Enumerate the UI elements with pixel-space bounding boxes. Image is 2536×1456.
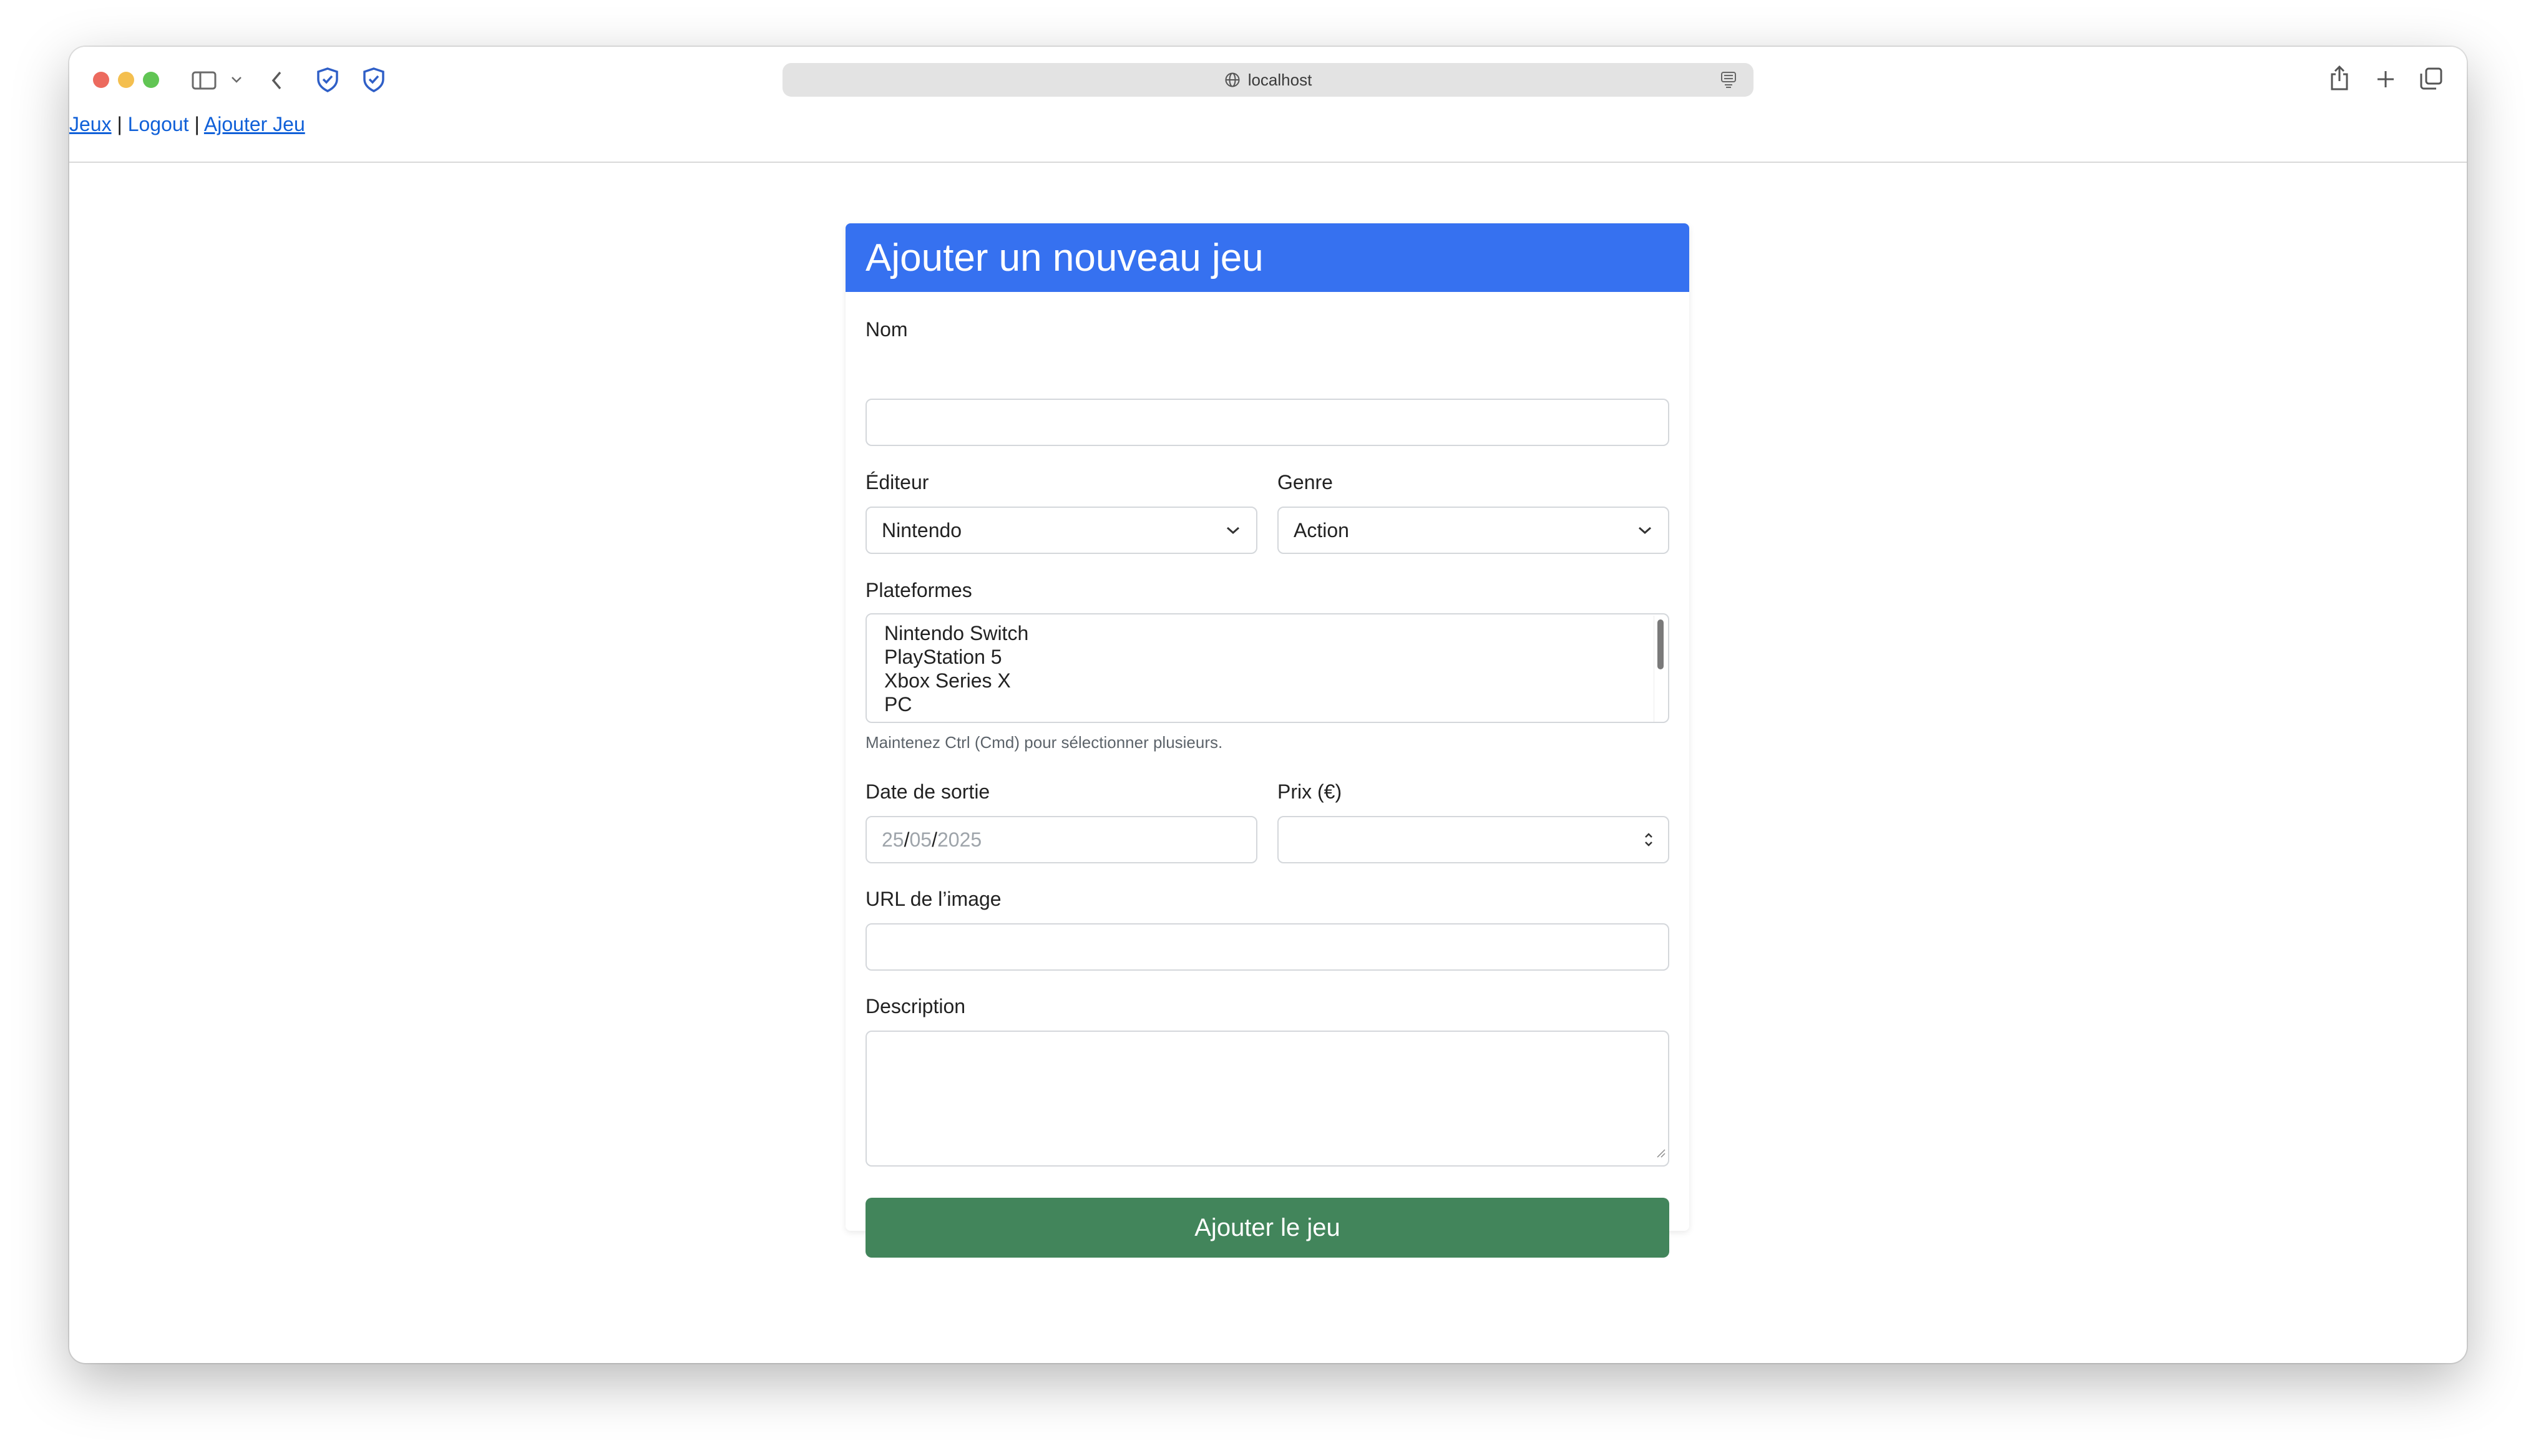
card-header: Ajouter un nouveau jeu <box>846 223 1689 292</box>
nom-input[interactable] <box>866 399 1669 446</box>
scrollbar-thumb[interactable] <box>1657 619 1664 669</box>
description-label: Description <box>866 995 966 1017</box>
new-tab-icon[interactable] <box>2373 67 2398 92</box>
maximize-window-button[interactable] <box>143 72 159 88</box>
browser-window: localhost Jeux | Logout | Ajouter Jeu Aj… <box>69 47 2467 1363</box>
share-icon[interactable] <box>2327 63 2352 93</box>
prix-label: Prix (€) <box>1277 780 1342 803</box>
chevron-down-icon <box>1637 525 1653 535</box>
nav-divider <box>69 162 2467 163</box>
platform-option[interactable]: Xbox Series X <box>867 669 1668 692</box>
date-day[interactable]: 25 <box>882 828 904 852</box>
add-game-card: Ajouter un nouveau jeu Nom Éditeur Ninte… <box>846 223 1689 1258</box>
date-month[interactable]: 05 <box>909 828 932 852</box>
date-separator: / <box>904 828 910 851</box>
minimize-window-button[interactable] <box>118 72 134 88</box>
sidebar-toggle-icon[interactable] <box>190 68 218 93</box>
scrollbar[interactable] <box>1654 616 1667 722</box>
top-nav: Jeux | Logout | Ajouter Jeu <box>69 114 305 134</box>
shield-extension-icon[interactable] <box>314 66 341 94</box>
editeur-select[interactable]: Nintendo <box>866 507 1257 554</box>
shield-extension-icon[interactable] <box>360 66 388 94</box>
date-sortie-input[interactable]: 25/05/2025 <box>866 816 1257 863</box>
close-window-button[interactable] <box>93 72 109 88</box>
nav-separator: | <box>117 113 122 135</box>
globe-icon <box>1224 72 1241 88</box>
chevron-down-icon[interactable] <box>229 72 244 87</box>
page-title: Ajouter un nouveau jeu <box>866 236 1264 279</box>
editeur-selected-value: Nintendo <box>882 518 962 541</box>
prix-input[interactable] <box>1277 816 1669 863</box>
genre-selected-value: Action <box>1294 518 1349 541</box>
platform-option[interactable]: Nintendo Switch <box>867 621 1668 645</box>
reader-mode-icon[interactable] <box>1720 70 1737 92</box>
nom-label: Nom <box>866 318 908 341</box>
date-year[interactable]: 2025 <box>937 828 982 852</box>
plateformes-label: Plateformes <box>866 579 972 601</box>
platform-option[interactable]: PlayStation 5 <box>867 645 1668 669</box>
image-url-input[interactable] <box>866 923 1669 971</box>
plateformes-help-text: Maintenez Ctrl (Cmd) pour sélectionner p… <box>866 733 1223 752</box>
back-arrow-icon[interactable] <box>268 68 286 93</box>
nav-link-jeux[interactable]: Jeux <box>69 113 112 135</box>
submit-button[interactable]: Ajouter le jeu <box>866 1198 1669 1258</box>
resize-grip-icon[interactable] <box>1656 1140 1665 1163</box>
date-sortie-label: Date de sortie <box>866 780 990 803</box>
nav-link-ajouter-jeu[interactable]: Ajouter Jeu <box>204 113 305 135</box>
editeur-label: Éditeur <box>866 471 929 493</box>
platform-option[interactable]: PC <box>867 692 1668 716</box>
nav-link-logout[interactable]: Logout <box>128 113 189 135</box>
url-text: localhost <box>1247 70 1312 89</box>
genre-label: Genre <box>1277 471 1333 493</box>
date-separator: / <box>932 828 937 851</box>
nav-separator: | <box>194 113 200 135</box>
number-stepper-icon[interactable] <box>1643 828 1654 856</box>
plateformes-multiselect[interactable]: Nintendo Switch PlayStation 5 Xbox Serie… <box>866 613 1669 723</box>
description-textarea[interactable] <box>866 1031 1669 1167</box>
genre-select[interactable]: Action <box>1277 507 1669 554</box>
address-bar[interactable]: localhost <box>783 63 1753 97</box>
chevron-down-icon <box>1225 525 1241 535</box>
browser-toolbar: localhost <box>69 47 2467 109</box>
tab-overview-icon[interactable] <box>2418 66 2444 92</box>
image-url-label: URL de l’image <box>866 888 1002 910</box>
